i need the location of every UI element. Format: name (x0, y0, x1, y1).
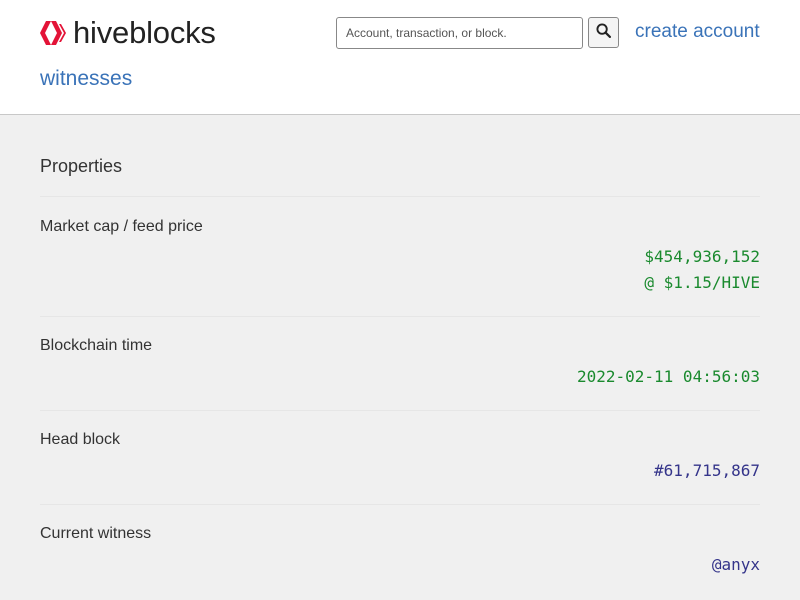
properties-panel: Properties Market cap / feed price $454,… (0, 116, 800, 600)
logo-text: hiveblocks (73, 15, 216, 50)
current-witness-link[interactable]: @anyx (712, 552, 760, 578)
feed-price-value: @ $1.15/HIVE (644, 273, 760, 292)
divider (40, 410, 760, 411)
market-cap-label: Market cap / feed price (40, 218, 203, 235)
site-logo[interactable]: hiveblocks (40, 14, 216, 52)
divider (40, 316, 760, 317)
current-witness-label: Current witness (40, 525, 152, 542)
blockchain-time-label: Blockchain time (40, 337, 153, 354)
head-block-link[interactable]: #61,715,867 (654, 458, 760, 484)
create-account-link[interactable]: create account (635, 21, 760, 43)
divider (40, 504, 760, 505)
hive-logo-icon (40, 19, 66, 47)
market-cap-value: $454,936,152 (644, 247, 760, 266)
blockchain-time-value: 2022-02-11 04:56:03 (576, 367, 760, 386)
section-title: Properties (40, 156, 123, 176)
header: hiveblocks create account witnesses (0, 0, 800, 115)
divider (40, 196, 760, 197)
search-icon (596, 22, 612, 43)
search-input[interactable] (336, 17, 583, 49)
search-button[interactable] (588, 17, 619, 48)
head-block-label: Head block (40, 431, 121, 448)
nav-witnesses-link[interactable]: witnesses (40, 67, 132, 91)
